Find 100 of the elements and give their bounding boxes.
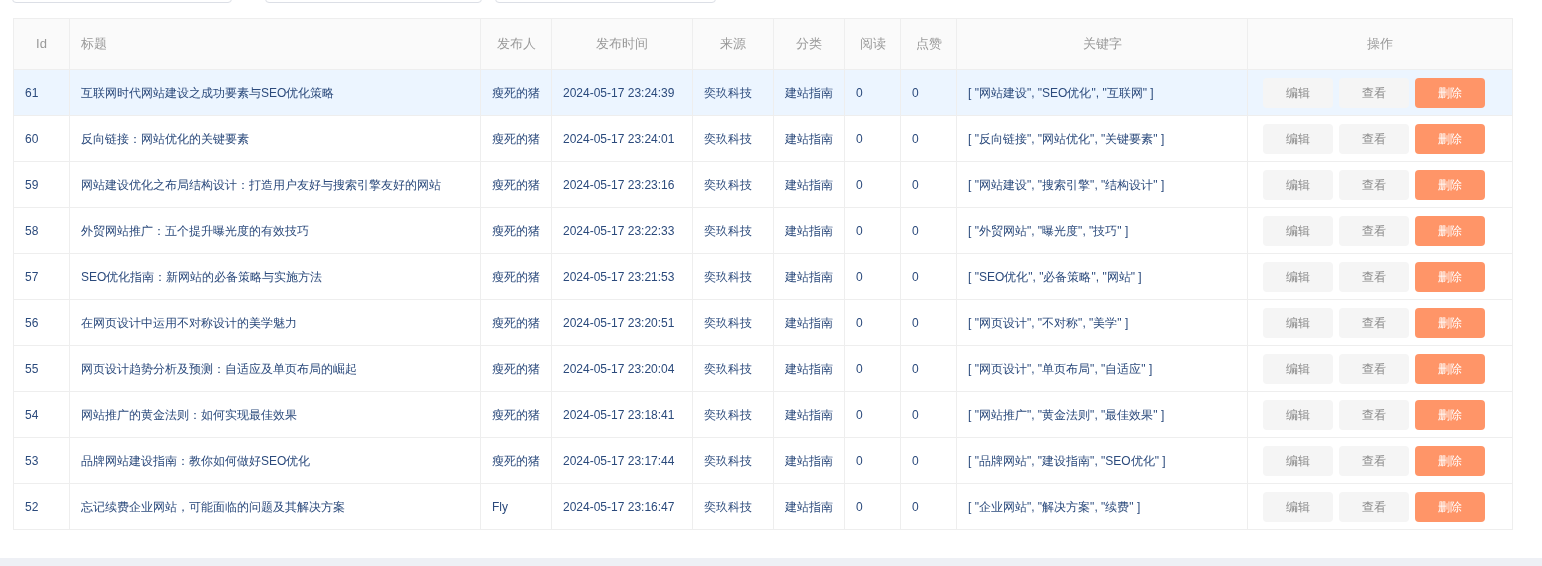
- column-header: 分类: [796, 36, 822, 52]
- table-cell: 建站指南: [785, 499, 833, 514]
- action-button[interactable]: 查看: [1339, 123, 1409, 154]
- table-cell: 在网页设计中运用不对称设计的美学魅力: [81, 315, 297, 330]
- table-row[interactable]: 57 SEO优化指南：新网站的必备策略与实施方法 瘦死的猪 2024-05-17 23:21:53 奕玖科技 建站指南 0 0 [ "SEO优化", "必备策略", "网站" ] 编辑 查看 删除: [13, 253, 1513, 300]
- table-cell: 53: [25, 453, 39, 468]
- action-button[interactable]: 编辑: [1263, 169, 1333, 200]
- table-cell: 建站指南: [785, 361, 833, 376]
- table-cell: 0: [912, 269, 919, 284]
- table-cell: 2024-05-17 23:24:01: [563, 131, 675, 146]
- action-button[interactable]: 编辑: [1263, 77, 1333, 108]
- table-cell: 0: [856, 223, 863, 238]
- table-row[interactable]: 53 品牌网站建设指南：教你如何做好SEO优化 瘦死的猪 2024-05-17 23:17:44 奕玖科技 建站指南 0 0 [ "品牌网站", "建设指南", "SEO优化" ] 编辑 查看 删除: [13, 437, 1513, 484]
- column-header: 来源: [720, 36, 746, 52]
- table-cell: 0: [856, 361, 863, 376]
- table-cell: [ "企业网站", "解决方案", "续费" ]: [968, 499, 1141, 514]
- table-cell: 忘记续费企业网站，可能面临的问题及其解决方案: [81, 499, 345, 514]
- table-cell: 奕玖科技: [704, 407, 752, 422]
- table-cell: 2024-05-17 23:24:39: [563, 85, 675, 100]
- table-cell: 0: [912, 131, 919, 146]
- action-button[interactable]: 编辑: [1263, 123, 1333, 154]
- table-row[interactable]: 59 网站建设优化之布局结构设计：打造用户友好与搜索引擎友好的网站 瘦死的猪 2024-05-17 23:23:16 奕玖科技 建站指南 0 0 [ "网站建设", "搜索引擎", "结构设计" ] 编辑 查看 删除: [13, 161, 1513, 208]
- delete-button[interactable]: 删除: [1415, 445, 1485, 476]
- column-header: 关键字: [1082, 36, 1122, 52]
- table-cell: 瘦死的猪: [492, 407, 540, 422]
- delete-button[interactable]: 删除: [1415, 261, 1485, 292]
- table-cell: [ "外贸网站", "曝光度", "技巧" ]: [968, 223, 1129, 238]
- delete-button[interactable]: 删除: [1415, 215, 1485, 246]
- table-cell: 61: [25, 85, 39, 100]
- table-cell: 奕玖科技: [704, 223, 752, 238]
- action-button[interactable]: 编辑: [1263, 353, 1333, 384]
- table-cell: 0: [856, 177, 863, 192]
- table-cell: 2024-05-17 23:18:41: [563, 407, 675, 422]
- table-cell: 瘦死的猪: [492, 85, 540, 100]
- action-button[interactable]: 查看: [1339, 353, 1409, 384]
- delete-button[interactable]: 删除: [1415, 399, 1485, 430]
- table-cell: 0: [912, 85, 919, 100]
- action-button[interactable]: 编辑: [1263, 261, 1333, 292]
- action-button[interactable]: 查看: [1339, 445, 1409, 476]
- table-cell: 品牌网站建设指南：教你如何做好SEO优化: [81, 453, 311, 468]
- table-cell: 2024-05-17 23:23:16: [563, 177, 675, 192]
- action-button[interactable]: 查看: [1339, 215, 1409, 246]
- delete-button[interactable]: 删除: [1415, 353, 1485, 384]
- table-row[interactable]: 60 反向链接：网站优化的关键要素 瘦死的猪 2024-05-17 23:24:01 奕玖科技 建站指南 0 0 [ "反向链接", "网站优化", "关键要素" ] 编辑 查看 删除: [13, 115, 1513, 162]
- table-cell: 建站指南: [785, 177, 833, 192]
- delete-button[interactable]: 删除: [1415, 307, 1485, 338]
- action-button[interactable]: 查看: [1339, 261, 1409, 292]
- action-button[interactable]: 查看: [1339, 399, 1409, 430]
- delete-button[interactable]: 删除: [1415, 77, 1485, 108]
- table-row[interactable]: 58 外贸网站推广：五个提升曝光度的有效技巧 瘦死的猪 2024-05-17 23:22:33 奕玖科技 建站指南 0 0 [ "外贸网站", "曝光度", "技巧" ] 编辑 查看 删除: [13, 207, 1513, 254]
- table-cell: Fly: [492, 499, 508, 514]
- column-header: 阅读: [859, 36, 886, 52]
- column-header: 发布人: [496, 36, 536, 52]
- action-button[interactable]: 编辑: [1263, 215, 1333, 246]
- table-cell: 反向链接：网站优化的关键要素: [81, 131, 249, 146]
- table-cell: 2024-05-17 23:20:51: [563, 315, 675, 330]
- table-cell: 建站指南: [785, 131, 833, 146]
- delete-button[interactable]: 删除: [1415, 491, 1485, 522]
- table-cell: 瘦死的猪: [492, 177, 540, 192]
- table-cell: 奕玖科技: [704, 177, 752, 192]
- action-button[interactable]: 查看: [1339, 169, 1409, 200]
- table-cell: 外贸网站推广：五个提升曝光度的有效技巧: [81, 223, 309, 238]
- table-cell: 54: [25, 407, 39, 422]
- table-cell: 互联网时代网站建设之成功要素与SEO优化策略: [81, 85, 335, 100]
- action-button[interactable]: 编辑: [1263, 307, 1333, 338]
- table-cell: 58: [25, 223, 39, 238]
- table-cell: [ "品牌网站", "建设指南", "SEO优化" ]: [968, 453, 1166, 468]
- delete-button[interactable]: 删除: [1415, 169, 1485, 200]
- action-button[interactable]: 查看: [1339, 77, 1409, 108]
- table-cell: 0: [856, 453, 863, 468]
- table-row[interactable]: 61 互联网时代网站建设之成功要素与SEO优化策略 瘦死的猪 2024-05-17 23:24:39 奕玖科技 建站指南 0 0 [ "网站建设", "SEO优化", "互联网" ] 编辑 查看 删除: [13, 69, 1513, 116]
- delete-button[interactable]: 删除: [1415, 123, 1485, 154]
- action-button[interactable]: 查看: [1339, 491, 1409, 522]
- table-cell: 网站建设优化之布局结构设计：打造用户友好与搜索引擎友好的网站: [81, 177, 441, 192]
- table-cell: 网站推广的黄金法则：如何实现最佳效果: [81, 407, 297, 422]
- table-cell: 奕玖科技: [704, 453, 752, 468]
- action-button[interactable]: 编辑: [1263, 491, 1333, 522]
- table-cell: 2024-05-17 23:20:04: [563, 361, 675, 376]
- action-button[interactable]: 查看: [1339, 307, 1409, 338]
- table-row[interactable]: 52 忘记续费企业网站，可能面临的问题及其解决方案 Fly 2024-05-17 23:16:47 奕玖科技 建站指南 0 0 [ "企业网站", "解决方案", "续费" ] 编辑 查看 删除: [13, 483, 1513, 530]
- table-cell: 0: [912, 315, 919, 330]
- table-cell: 瘦死的猪: [492, 269, 540, 284]
- table-row[interactable]: 54 网站推广的黄金法则：如何实现最佳效果 瘦死的猪 2024-05-17 23:18:41 奕玖科技 建站指南 0 0 [ "网站推广", "黄金法则", "最佳效果" ] 编辑 查看 删除: [13, 391, 1513, 438]
- table-cell: 0: [856, 131, 863, 146]
- table-row[interactable]: 55 网页设计趋势分析及预测：自适应及单页布局的崛起 瘦死的猪 2024-05-17 23:20:04 奕玖科技 建站指南 0 0 [ "网页设计", "单页布局", "自适应" ] 编辑 查看 删除: [13, 345, 1513, 392]
- table-row[interactable]: 56 在网页设计中运用不对称设计的美学魅力 瘦死的猪 2024-05-17 23:20:51 奕玖科技 建站指南 0 0 [ "网页设计", "不对称", "美学" ] 编辑 查看 删除: [13, 299, 1513, 346]
- table-cell: 奕玖科技: [704, 269, 752, 284]
- table-cell: 0: [856, 85, 863, 100]
- table-cell: 0: [912, 453, 919, 468]
- action-button[interactable]: 编辑: [1263, 399, 1333, 430]
- table-cell: [ "网站推广", "黄金法则", "最佳效果" ]: [968, 407, 1165, 422]
- table-cell: 瘦死的猪: [492, 315, 540, 330]
- table-cell: 奕玖科技: [704, 85, 752, 100]
- table-cell: 瘦死的猪: [492, 361, 540, 376]
- table-cell: 2024-05-17 23:17:44: [563, 453, 675, 468]
- action-button[interactable]: 编辑: [1263, 445, 1333, 476]
- column-header: 发布时间: [596, 36, 648, 52]
- table-cell: 0: [912, 177, 919, 192]
- table-cell: 57: [25, 269, 39, 284]
- table-cell: 奕玖科技: [704, 315, 752, 330]
